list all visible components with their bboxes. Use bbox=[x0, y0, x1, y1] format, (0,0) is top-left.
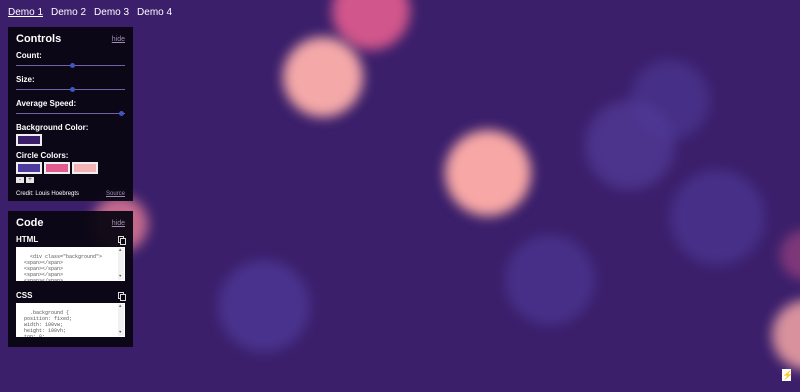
add-color-button[interactable]: + bbox=[26, 177, 34, 183]
demo-link-2[interactable]: Demo 2 bbox=[51, 7, 86, 18]
controls-title: Controls bbox=[16, 33, 62, 45]
slider-thumb[interactable] bbox=[70, 87, 76, 92]
background-circle bbox=[670, 170, 765, 265]
demo-nav: Demo 1 Demo 2 Demo 3 Demo 4 bbox=[8, 7, 172, 18]
credit-text: Credit: Louis Hoebregts bbox=[16, 191, 80, 197]
count-label: Count: bbox=[16, 51, 42, 60]
average-speed-slider[interactable] bbox=[16, 110, 125, 118]
remove-color-button[interactable]: - bbox=[16, 177, 24, 183]
average-speed-label: Average Speed: bbox=[16, 99, 77, 108]
count-slider[interactable] bbox=[16, 62, 125, 70]
controls-panel: Controls hide Count: Size: Average Speed… bbox=[8, 27, 133, 201]
html-code: <div class="background"> <span></span> <… bbox=[24, 254, 103, 281]
source-link[interactable]: Source bbox=[106, 191, 125, 197]
circle-color-swatch-1[interactable] bbox=[16, 162, 42, 174]
background-circle bbox=[772, 300, 800, 370]
html-label: HTML bbox=[16, 235, 39, 244]
size-slider[interactable] bbox=[16, 86, 125, 94]
circle-color-swatches bbox=[16, 162, 125, 174]
demo-link-3[interactable]: Demo 3 bbox=[94, 7, 129, 18]
code-hide-link[interactable]: hide bbox=[112, 220, 125, 227]
copy-icon[interactable] bbox=[118, 236, 126, 245]
demo-link-4[interactable]: Demo 4 bbox=[137, 7, 172, 18]
demo-link-1[interactable]: Demo 1 bbox=[8, 7, 43, 18]
slider-thumb[interactable] bbox=[119, 111, 125, 116]
copy-icon[interactable] bbox=[118, 292, 126, 301]
css-label: CSS bbox=[16, 291, 33, 300]
background-color-swatch[interactable] bbox=[16, 134, 42, 146]
code-title: Code bbox=[16, 217, 44, 229]
css-code: .background { position: fixed; width: 10… bbox=[24, 310, 73, 337]
scrollbar[interactable] bbox=[118, 248, 124, 280]
circle-colors-label: Circle Colors: bbox=[16, 151, 69, 160]
background-circle bbox=[283, 37, 363, 117]
code-panel: Code hide HTML <div class="background"> … bbox=[8, 211, 133, 347]
controls-hide-link[interactable]: hide bbox=[112, 36, 125, 43]
html-code-box[interactable]: <div class="background"> <span></span> <… bbox=[16, 247, 125, 281]
circle-color-swatch-3[interactable] bbox=[72, 162, 98, 174]
background-color-label: Background Color: bbox=[16, 123, 89, 132]
css-code-box[interactable]: .background { position: fixed; width: 10… bbox=[16, 303, 125, 337]
circle-color-swatch-2[interactable] bbox=[44, 162, 70, 174]
background-circle bbox=[780, 230, 800, 280]
background-circle bbox=[445, 130, 531, 216]
background-circle bbox=[630, 60, 710, 140]
slider-thumb[interactable] bbox=[70, 63, 76, 68]
lightning-bolt-icon[interactable]: ⚡ bbox=[782, 369, 793, 381]
scrollbar[interactable] bbox=[118, 304, 124, 336]
size-label: Size: bbox=[16, 75, 35, 84]
background-circle bbox=[505, 235, 595, 325]
slider-track bbox=[16, 113, 125, 114]
background-circle bbox=[218, 260, 310, 352]
